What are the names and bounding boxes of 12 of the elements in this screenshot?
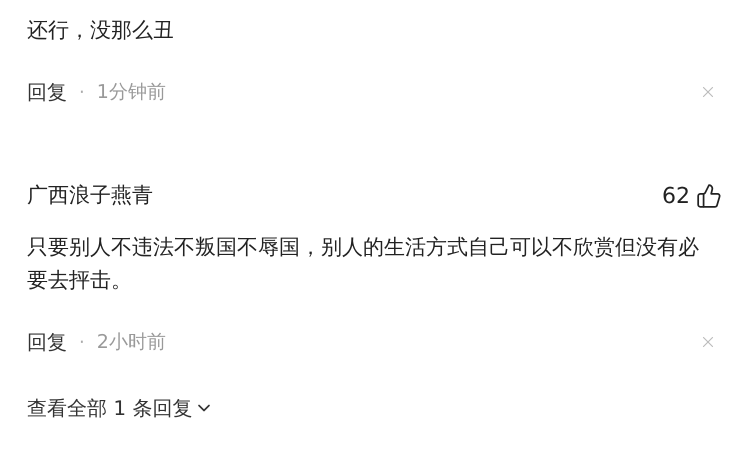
separator-dot: · [79, 80, 85, 104]
like-count: 62 [662, 182, 690, 210]
comment-text: 只要别人不违法不叛国不辱国，别人的生活方式自己可以不欣赏但没有必要去抨击。 [27, 234, 700, 294]
comment-text: 还行，没那么丑 [27, 17, 175, 44]
reply-link[interactable]: 回复 [27, 77, 67, 107]
separator-dot: · [79, 330, 85, 354]
timestamp: 1分钟前 [96, 80, 166, 105]
view-replies-link[interactable]: 查看全部 1 条回复 [27, 393, 214, 423]
thumbs-up-icon[interactable] [696, 183, 722, 209]
author-name[interactable]: 广西浪子燕青 [27, 180, 153, 212]
timestamp: 2小时前 [96, 330, 166, 355]
reply-link[interactable]: 回复 [27, 327, 67, 357]
